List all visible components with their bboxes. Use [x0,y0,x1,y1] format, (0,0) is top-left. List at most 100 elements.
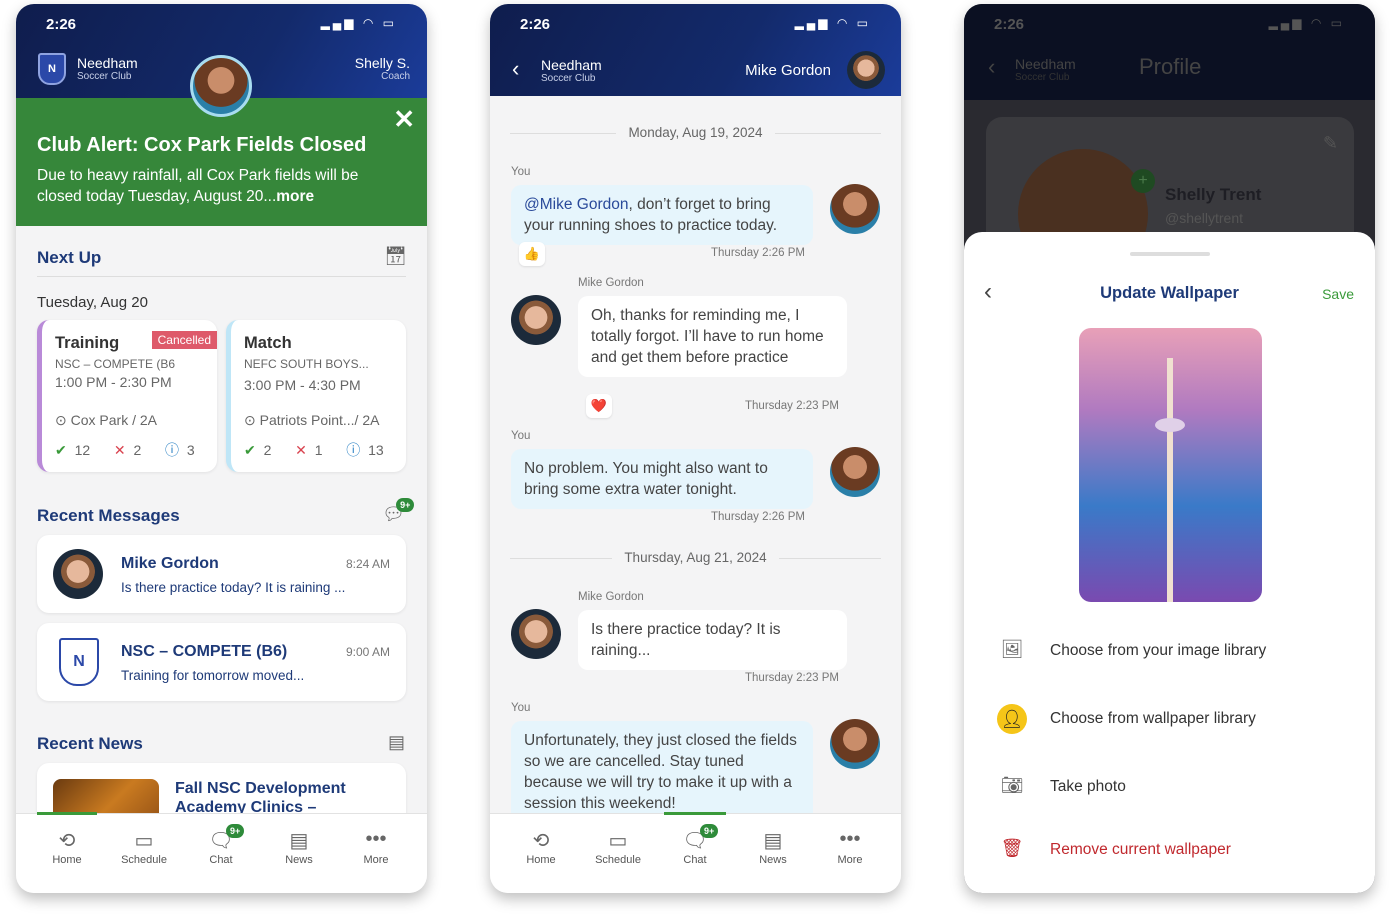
message-bubble[interactable]: Unfortunately, they just closed the fiel… [511,721,813,823]
update-wallpaper-sheet: ‹ Update Wallpaper Save 🖼︎ Choose from yo… [964,232,1375,893]
active-indicator [37,812,97,815]
timestamp: Thursday 2:26 PM [711,511,805,523]
active-indicator [664,812,726,815]
nav-home[interactable]: ⟲ Home [32,828,102,866]
contact-name: Mike Gordon [745,62,831,79]
reaction-thumbs-up[interactable]: 👍 [519,242,545,266]
message-bubble[interactable]: @Mike Gordon, don’t forget to bring your… [511,185,813,245]
chat-screen: 2:26 ▂▄▆ ◠ ▭ ‹ Needham Soccer Club Mike G… [490,4,901,893]
sheet-title: Update Wallpaper [1100,284,1239,302]
drag-handle[interactable] [1130,252,1210,256]
nav-schedule[interactable]: ▭ Schedule [583,828,653,866]
message-time: 9:00 AM [345,645,390,659]
timestamp: Thursday 2:23 PM [745,400,839,412]
nav-news[interactable]: ▤ News [738,828,808,866]
status-icons: ▂▄▆ ◠ ▭ [320,16,397,30]
profile-name: Shelly Trent [1165,185,1262,204]
message-item[interactable]: Mike Gordon 8:24 AM Is there practice to… [37,535,406,613]
header: 2:26 ▂▄▆ ◠ ▭ ‹ Needham Soccer Club Profil… [964,4,1375,100]
calendar-icon: ▭ [608,830,628,852]
status-icons: ▂▄▆ ◠ ▭ [794,16,871,30]
message-preview: Is there practice today? It is raining .… [121,580,346,595]
trash-icon: 🗑︎ [1000,838,1024,858]
nav-schedule[interactable]: ▭ Schedule [109,828,179,866]
news-title: Fall NSC Development Academy Clinics – [175,780,346,816]
event-rsvp: ✔ 12 ✕ 2 ⓘ 3 [55,442,195,458]
tower-pod [1155,418,1185,432]
event-team: NEFC SOUTH BOYS... [244,357,369,371]
profile-handle: @shellytrent [1165,210,1244,226]
calendar-icon[interactable]: 📅︎ [384,246,407,267]
timestamp: Thursday 2:23 PM [745,672,839,684]
avatar [53,549,103,599]
chat-icon: 🗨︎ [208,830,234,852]
message-preview: Training for tomorrow moved... [121,668,305,683]
event-location: ⊙ Patriots Point.../ 2A [244,412,380,428]
date-separator: Thursday, Aug 21, 2024 [510,550,881,565]
check-icon: ✔ [244,442,256,458]
contact-avatar[interactable] [847,51,885,89]
nav-more[interactable]: ••• More [341,828,411,866]
avatar [830,719,880,769]
wallpaper-preview [1079,328,1262,602]
status-icons: ▂▄▆ ◠ ▭ [1268,16,1345,30]
check-icon: ✔ [55,442,67,458]
alert-body: Due to heavy rainfall, all Cox Park fiel… [37,167,359,205]
back-icon[interactable]: ‹ [988,54,995,80]
user-info[interactable]: Shelly S. Coach [355,55,410,82]
x-icon: ✕ [113,442,126,458]
sender-label: You [511,430,531,442]
message-item[interactable]: N NSC – COMPETE (B6) 9:00 AM Training fo… [37,623,406,701]
save-button[interactable]: Save [1322,286,1354,302]
nav-news[interactable]: ▤ News [264,828,334,866]
nav-more[interactable]: ••• More [815,828,885,866]
back-icon[interactable]: ‹ [512,56,519,82]
calendar-icon: ▭ [134,830,154,852]
event-team: NSC – COMPETE (B6 [55,357,176,371]
nav-home[interactable]: ⟲ Home [506,828,576,866]
header: 2:26 ▂▄▆ ◠ ▭ ‹ Needham Soccer Club Mike G… [490,4,901,96]
avatar [830,184,880,234]
nav-chat[interactable]: 🗨︎ Chat 9+ [186,824,256,866]
chat-icon[interactable]: 💬︎ 9+ [382,498,415,525]
avatar [511,609,561,659]
club-name: Needham Soccer Club [541,57,602,84]
event-rsvp: ✔ 2 ✕ 1 ⓘ 13 [244,442,384,458]
bottom-nav: ⟲ Home ▭ Schedule 🗨︎ Chat 9+ ▤ News ••• More [16,812,427,893]
sender-label: Mike Gordon [578,277,644,289]
edit-icon[interactable]: ✎ [1323,133,1338,154]
alert-title: Club Alert: Cox Park Fields Closed [37,134,367,156]
location-pin-icon: ⊙ [244,412,260,428]
club-logo: N [38,53,66,85]
club-name: Needham Soccer Club [1015,56,1076,83]
home-screen: 2:26 ▂▄▆ ◠ ▭ N Needham Soccer Club Shelly… [16,4,427,893]
image-icon: 🖼︎ [1000,639,1024,659]
message-bubble[interactable]: Oh, thanks for reminding me, I totally f… [578,296,847,377]
add-photo-icon[interactable]: + [1131,169,1155,193]
news-icon: ▤ [289,830,309,852]
more-link[interactable]: more [276,188,314,205]
message-bubble[interactable]: Is there practice today? It is raining..… [578,610,847,670]
reaction-heart[interactable]: ❤️ [586,394,612,418]
message-bubble[interactable]: No problem. You might also want to bring… [511,449,813,509]
team-logo: N [59,638,99,686]
recent-news-title: Recent News [37,734,143,753]
news-icon[interactable]: ▤ [388,732,405,753]
club-alert[interactable]: ✕ Club Alert: Cox Park Fields Closed Due… [16,98,427,226]
user-avatar[interactable] [190,55,252,117]
more-icon: ••• [839,828,861,850]
sender-label: Mike Gordon [578,591,644,603]
status-time: 2:26 [520,16,551,33]
location-pin-icon: ⊙ [55,412,71,428]
event-location: ⊙ Cox Park / 2A [55,412,157,428]
tower-illustration [1167,358,1173,602]
next-up-title: Next Up [37,248,102,267]
event-card-match[interactable]: Match NEFC SOUTH BOYS... 3:00 PM - 4:30 … [226,320,406,472]
close-icon[interactable]: ✕ [393,104,415,135]
status-badge: Cancelled [151,331,217,349]
event-card-training[interactable]: Training Cancelled NSC – COMPETE (B6 1:0… [37,320,217,472]
info-icon: ⓘ [164,442,179,458]
recent-messages-title: Recent Messages [37,506,180,525]
nav-chat[interactable]: 🗨︎ Chat 9+ [660,824,730,866]
message-sender: Mike Gordon [121,555,219,572]
